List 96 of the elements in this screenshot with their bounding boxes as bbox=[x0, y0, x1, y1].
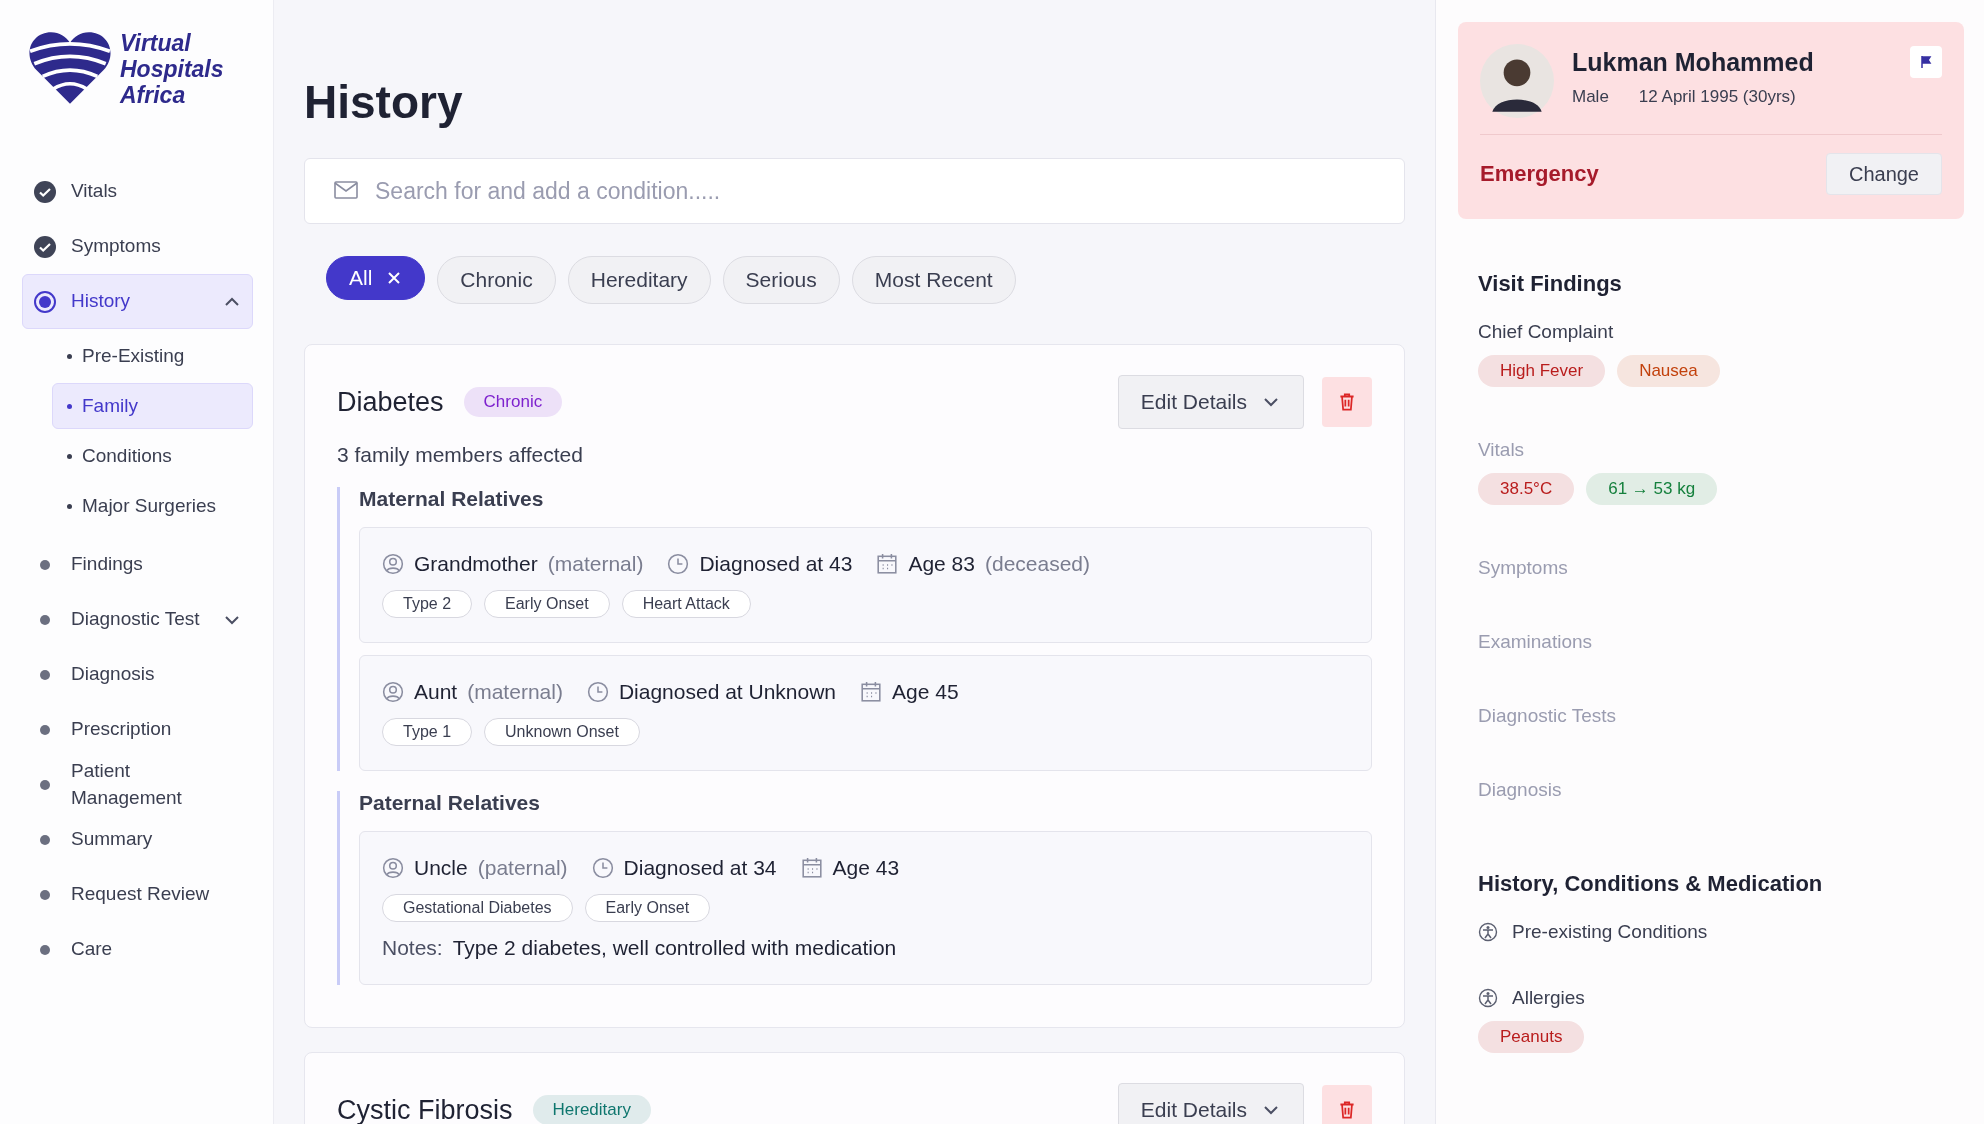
filter-chip[interactable]: Most Recent bbox=[851, 256, 1016, 304]
clock-icon bbox=[591, 857, 614, 879]
condition-name: Cystic Fibrosis bbox=[337, 1094, 513, 1124]
relation-side: (maternal) bbox=[547, 552, 644, 576]
patient-birthdate: 12 April 1995 (30yrs) bbox=[1638, 87, 1796, 107]
finding-label: Examinations bbox=[1478, 631, 1594, 653]
calendar-icon bbox=[860, 681, 883, 703]
finding-label: Chief Complaint bbox=[1478, 321, 1615, 343]
filter-chip[interactable]: All bbox=[326, 256, 426, 300]
filter-chip[interactable]: Serious bbox=[722, 256, 840, 304]
clock-icon bbox=[586, 681, 609, 703]
nav-item[interactable]: Findings bbox=[22, 537, 253, 592]
nav-item[interactable]: Request Review bbox=[22, 867, 253, 922]
history-item: Pre-existing Conditions bbox=[1512, 921, 1708, 943]
history-item: Allergies bbox=[1512, 987, 1585, 1009]
nav-item[interactable]: Diagnostic Test bbox=[22, 592, 253, 647]
relation-side: (paternal) bbox=[477, 856, 568, 880]
person-icon bbox=[382, 553, 404, 575]
relative-tag: Gestational Diabetes bbox=[382, 894, 573, 922]
finding-chip: High Fever bbox=[1478, 355, 1606, 387]
current-age: Age 83 bbox=[908, 552, 975, 576]
nav-item[interactable]: Care bbox=[22, 922, 253, 977]
deceased-status: (deceased) bbox=[984, 552, 1090, 576]
flag-icon bbox=[1918, 54, 1934, 70]
patient-name: Lukman Mohammed bbox=[1572, 48, 1815, 77]
group-title: Maternal Relatives bbox=[359, 487, 545, 511]
relation: Uncle bbox=[414, 856, 468, 880]
person-icon bbox=[382, 857, 404, 879]
nav-item[interactable]: Diagnosis bbox=[22, 647, 253, 702]
nav-subitem[interactable]: Family bbox=[52, 383, 253, 429]
priority-level: Emergency bbox=[1480, 161, 1599, 187]
logo-text: Virtual Hospitals Africa bbox=[120, 30, 224, 108]
notes-text: Type 2 diabetes, well controlled with medication bbox=[452, 936, 897, 960]
search-field[interactable]: Search for and add a condition..... bbox=[304, 158, 1405, 224]
accessibility-icon bbox=[1478, 988, 1498, 1008]
relative-tag: Type 2 bbox=[382, 590, 473, 618]
heart-logo-icon bbox=[28, 30, 112, 106]
nav-item[interactable]: Vitals bbox=[22, 164, 253, 219]
finding-chip: Nausea bbox=[1617, 355, 1720, 387]
notes-label: Notes: bbox=[382, 936, 443, 960]
nav-subitem[interactable]: Major Surgeries bbox=[52, 483, 253, 529]
calendar-icon bbox=[800, 857, 823, 879]
allergy-chip: Peanuts bbox=[1478, 1021, 1585, 1053]
relative-tag: Unknown Onset bbox=[484, 718, 640, 746]
relation-side: (maternal) bbox=[467, 680, 563, 704]
accessibility-icon bbox=[1478, 922, 1498, 942]
bullet-icon bbox=[67, 503, 72, 509]
finding-label: Diagnostic Tests bbox=[1478, 705, 1617, 727]
relative-tag: Type 1 bbox=[382, 718, 473, 746]
condition-tag: Hereditary bbox=[532, 1095, 651, 1124]
diagnosed-age: Diagnosed at 43 bbox=[699, 552, 853, 576]
page-title: History bbox=[304, 76, 464, 128]
relation: Aunt bbox=[414, 680, 458, 704]
nav-subitem[interactable]: Conditions bbox=[52, 433, 253, 479]
nav-item[interactable]: Summary bbox=[22, 812, 253, 867]
finding-chip: 61 → 53 kg bbox=[1586, 473, 1718, 505]
close-icon[interactable] bbox=[386, 270, 403, 286]
delete-button[interactable] bbox=[1322, 377, 1372, 427]
flag-button[interactable] bbox=[1910, 46, 1942, 78]
mail-icon bbox=[334, 181, 358, 199]
calendar-icon bbox=[876, 553, 899, 575]
affected-count: 3 family members affected bbox=[337, 443, 584, 467]
nav-subitem[interactable]: Pre-Existing bbox=[52, 333, 253, 379]
delete-button[interactable] bbox=[1322, 1085, 1372, 1124]
bullet-icon bbox=[67, 403, 72, 409]
nav-item[interactable]: Patient Management bbox=[22, 757, 253, 812]
section-title: History, Conditions & Medication bbox=[1478, 871, 1824, 897]
section-title: Visit Findings bbox=[1478, 271, 1623, 297]
relative-tag: Early Onset bbox=[584, 894, 711, 922]
finding-label: Symptoms bbox=[1478, 557, 1569, 579]
filter-chip[interactable]: Chronic bbox=[437, 256, 556, 304]
finding-label: Vitals bbox=[1478, 439, 1526, 461]
relative-tag: Heart Attack bbox=[621, 590, 751, 618]
bullet-icon bbox=[67, 453, 72, 459]
nav-item[interactable]: Prescription bbox=[22, 702, 253, 757]
diagnosed-age: Diagnosed at Unknown bbox=[618, 680, 837, 704]
clock-icon bbox=[667, 553, 690, 575]
nav-item[interactable]: Symptoms bbox=[22, 219, 253, 274]
finding-chip: 38.5°C bbox=[1478, 473, 1575, 505]
person-icon bbox=[382, 681, 404, 703]
filter-chip[interactable]: Hereditary bbox=[567, 256, 711, 304]
edit-details-button[interactable]: Edit Details bbox=[1117, 375, 1304, 429]
nav-item[interactable]: History bbox=[22, 274, 253, 329]
condition-name: Diabetes bbox=[337, 386, 444, 418]
current-age: Age 43 bbox=[832, 856, 900, 880]
patient-gender: Male bbox=[1572, 87, 1609, 107]
relation: Grandmother bbox=[414, 552, 538, 576]
group-title: Paternal Relatives bbox=[359, 791, 541, 815]
edit-details-button[interactable]: Edit Details bbox=[1117, 1083, 1304, 1124]
bullet-icon bbox=[67, 353, 72, 359]
finding-label: Diagnosis bbox=[1478, 779, 1563, 801]
condition-tag: Chronic bbox=[463, 387, 563, 417]
change-button[interactable]: Change bbox=[1825, 153, 1942, 195]
diagnosed-age: Diagnosed at 34 bbox=[623, 856, 777, 880]
current-age: Age 45 bbox=[892, 680, 959, 704]
relative-tag: Early Onset bbox=[484, 590, 610, 618]
